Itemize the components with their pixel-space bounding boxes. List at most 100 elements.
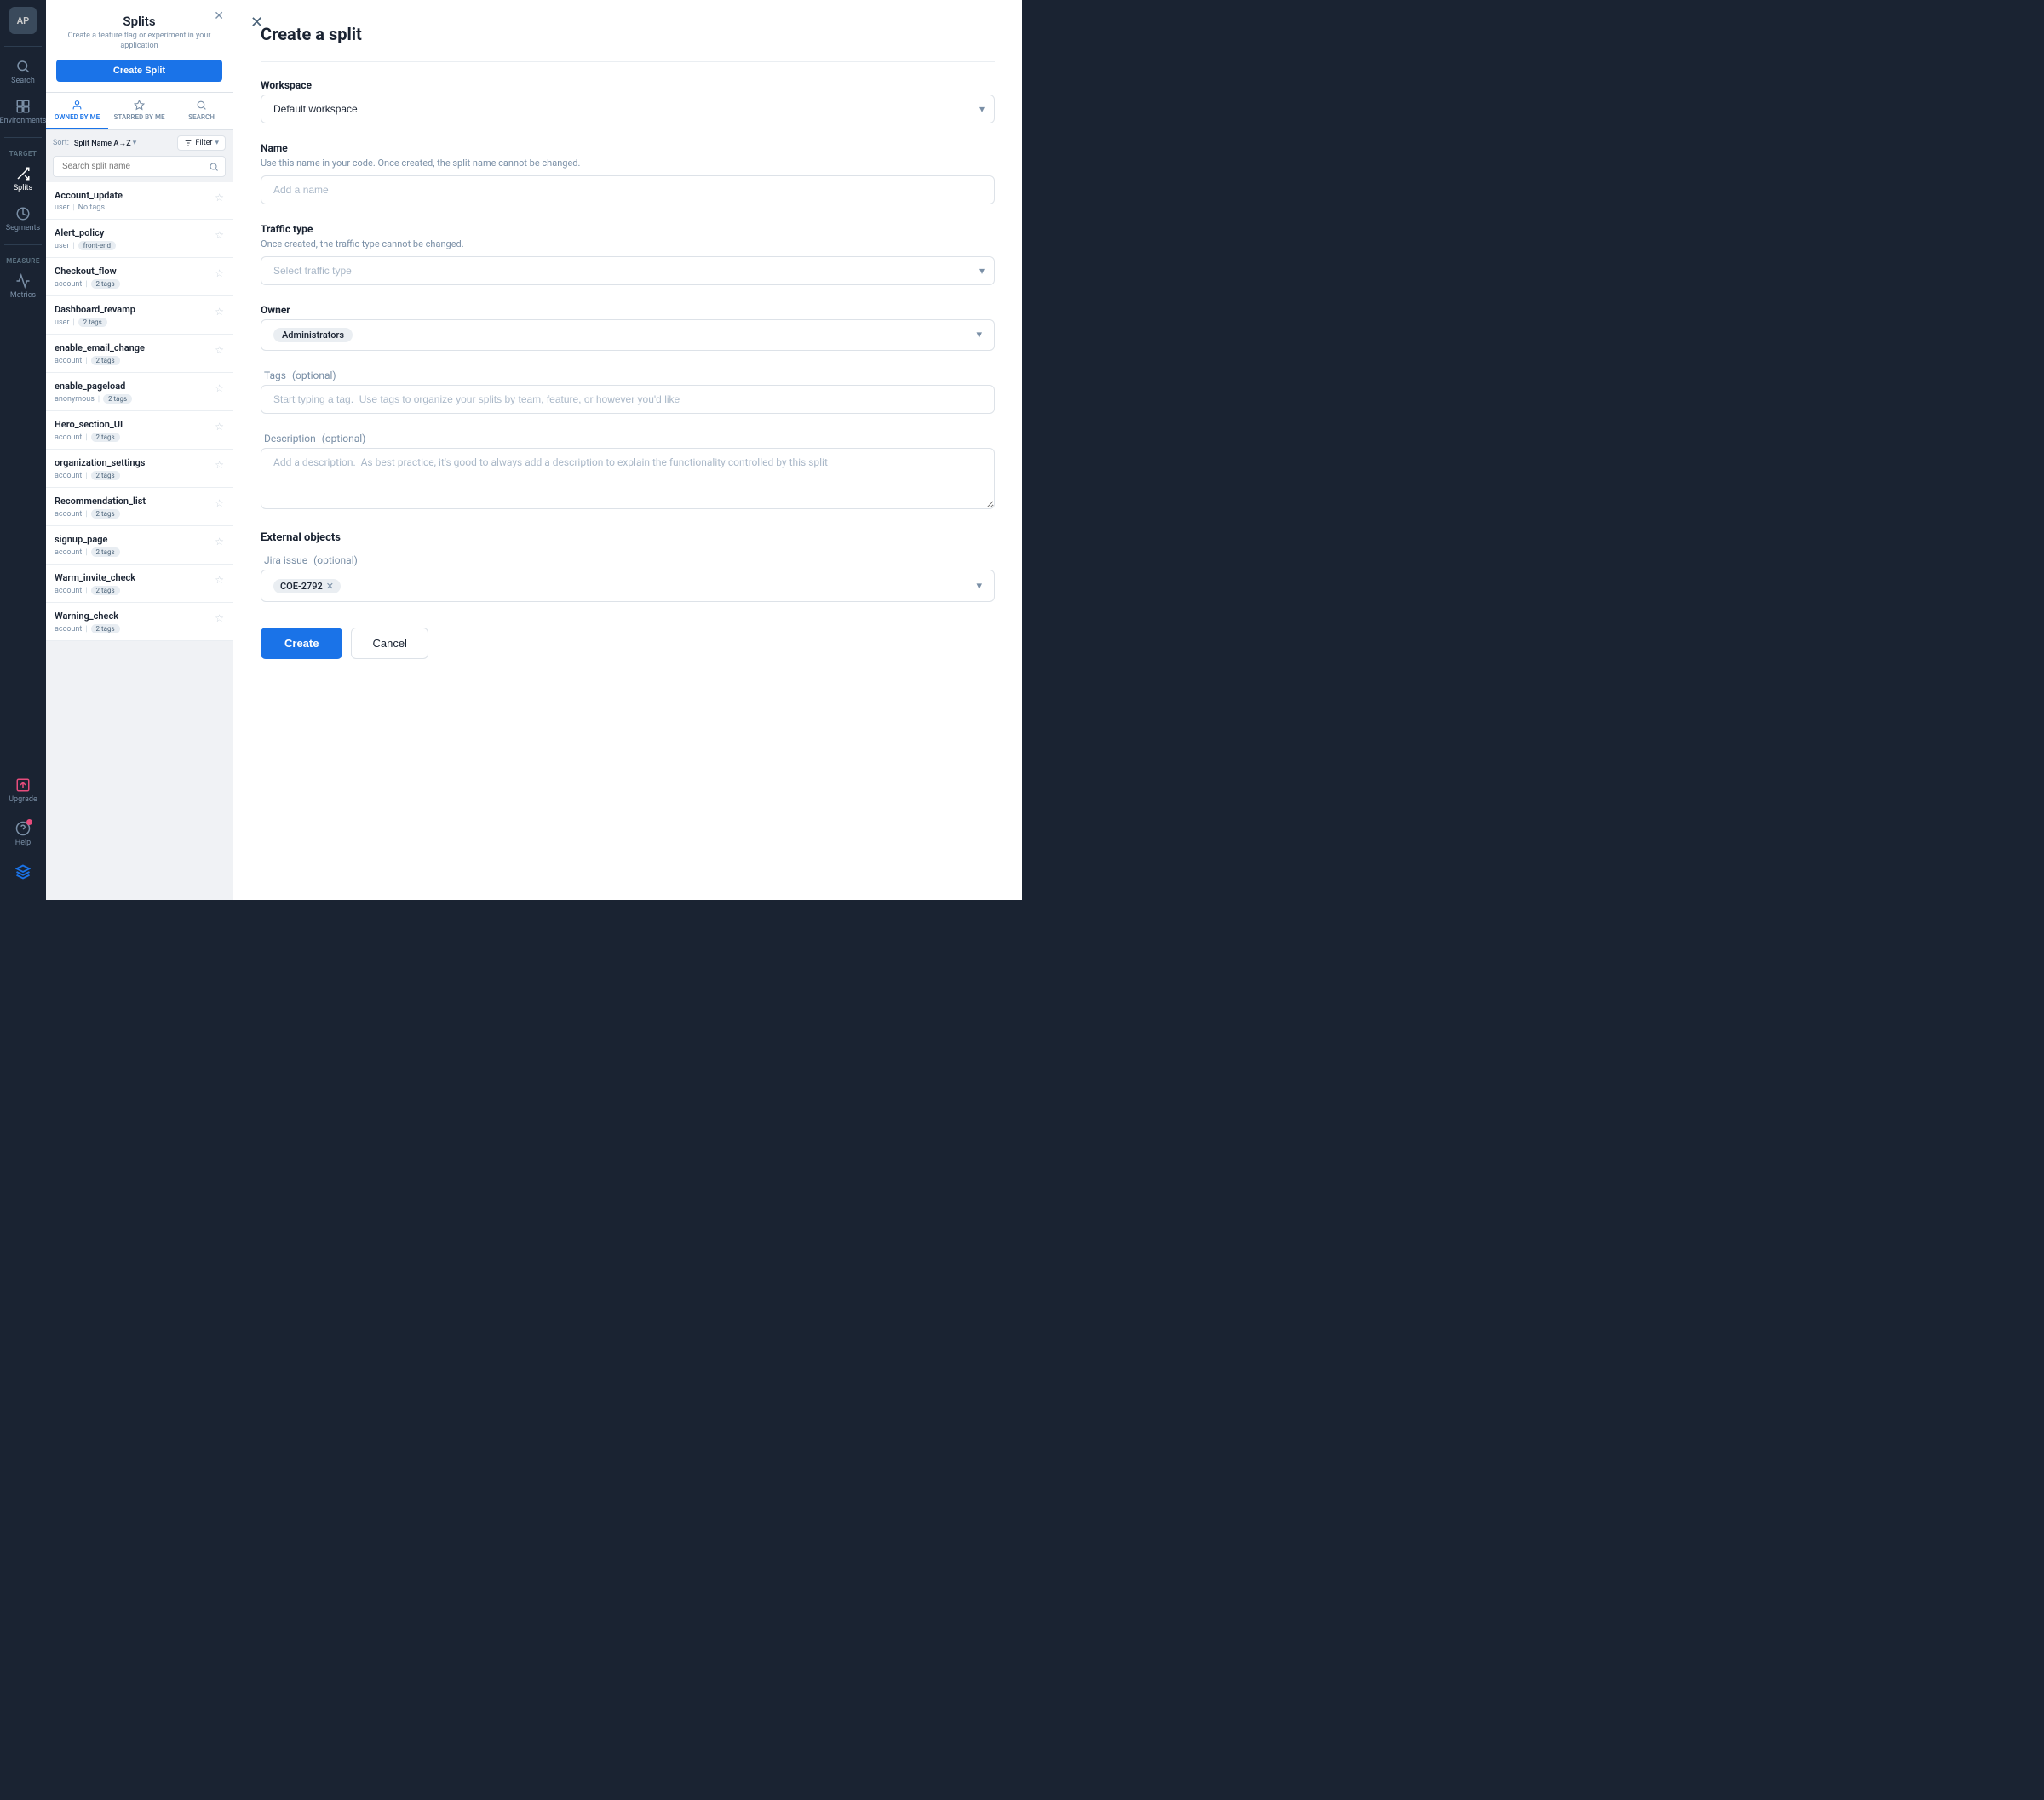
segments-icon [15,206,31,221]
star-button[interactable]: ☆ [215,421,224,433]
tab-search[interactable]: SEARCH [170,93,233,129]
owner-select[interactable]: Administrators ▾ [261,319,995,351]
form-section-external-objects: External objects Jira issue (optional) C… [261,531,995,602]
star-button[interactable]: ☆ [215,267,224,279]
star-button[interactable]: ☆ [215,192,224,204]
filter-button[interactable]: Filter ▾ [177,135,226,151]
splits-list: Account_update user | No tags ☆ Alert_po… [46,182,233,900]
modal-close-button[interactable]: ✕ [250,14,263,32]
name-hint: Use this name in your code. Once created… [261,158,995,169]
list-item[interactable]: Alert_policy user | front-end ☆ [46,220,233,258]
split-type: account [55,433,82,442]
jira-tag: COE-2792 ✕ [273,579,341,593]
split-item-meta: account | 2 tags [55,624,120,633]
meta-separator: | [72,318,74,327]
search-input[interactable] [53,156,226,177]
sidebar-item-label: Environments [0,117,46,125]
sidebar-item-label: Splits [14,184,32,192]
list-item[interactable]: enable_pageload anonymous | 2 tags ☆ [46,373,233,411]
tag-badge: 2 tags [103,394,132,404]
tab-owned-by-me[interactable]: OWNED BY ME [46,93,108,129]
split-item-name: Account_update [55,190,123,201]
tag-badge: 2 tags [91,586,120,595]
tab-starred-by-me[interactable]: STARRED BY ME [108,93,170,129]
list-item[interactable]: signup_page account | 2 tags ☆ [46,526,233,565]
sort-select[interactable]: Split Name A→Z ▾ [74,139,136,148]
meta-separator: | [98,395,100,404]
split-item-info: Warm_invite_check account | 2 tags [55,572,135,595]
create-button[interactable]: Create [261,628,342,659]
star-button[interactable]: ☆ [215,612,224,624]
star-button[interactable]: ☆ [215,344,224,356]
split-item-meta: account | 2 tags [55,356,145,365]
name-label: Name [261,142,995,154]
split-type: account [55,357,82,365]
split-item-meta: user | 2 tags [55,318,135,327]
split-item-info: organization_settings account | 2 tags [55,457,145,480]
workspace-select[interactable]: Default workspace [261,95,995,123]
split-item-name: Dashboard_revamp [55,304,135,315]
sidebar-item-search[interactable]: Search [0,52,46,92]
tag-badge: 2 tags [91,356,120,365]
star-button[interactable]: ☆ [215,459,224,471]
list-item[interactable]: Warning_check account | 2 tags ☆ [46,603,233,641]
notification-dot [26,819,32,825]
star-button[interactable]: ☆ [215,229,224,241]
star-icon [134,100,145,111]
list-item[interactable]: Warm_invite_check account | 2 tags ☆ [46,565,233,603]
star-button[interactable]: ☆ [215,382,224,394]
star-button[interactable]: ☆ [215,497,224,509]
form-section-owner: Owner Administrators ▾ [261,304,995,351]
jira-tag-remove-button[interactable]: ✕ [326,582,334,591]
description-textarea[interactable] [261,448,995,509]
jira-input[interactable]: COE-2792 ✕ ▾ [261,570,995,602]
list-item[interactable]: Account_update user | No tags ☆ [46,182,233,220]
list-item[interactable]: Recommendation_list account | 2 tags ☆ [46,488,233,526]
meta-separator: | [85,280,87,289]
star-button[interactable]: ☆ [215,536,224,547]
split-item-name: enable_pageload [55,381,132,392]
sidebar-item-segments[interactable]: Segments [0,199,46,239]
list-item[interactable]: Hero_section_UI account | 2 tags ☆ [46,411,233,450]
jira-tag-value: COE-2792 [280,581,323,592]
form-section-workspace: Workspace Default workspace ▾ [261,79,995,123]
split-item-meta: user | front-end [55,241,116,250]
tag-badge: 2 tags [91,279,120,289]
list-item[interactable]: Dashboard_revamp user | 2 tags ☆ [46,296,233,335]
search-box [53,156,226,177]
split-item-name: signup_page [55,534,120,545]
sidebar-item-splits[interactable]: Splits [0,159,46,199]
meta-separator: | [85,433,87,442]
traffic-type-select-wrapper: Select traffic type ▾ [261,256,995,285]
star-button[interactable]: ☆ [215,574,224,586]
sidebar-bottom: Upgrade Help [5,771,41,893]
tag-badge: 2 tags [91,471,120,480]
name-input[interactable] [261,175,995,204]
modal-title: Create a split [261,20,995,44]
create-split-button[interactable]: Create Split [56,60,222,82]
sidebar-item-upgrade[interactable]: Upgrade [5,771,41,811]
metrics-icon [15,273,31,289]
split-item-info: Warning_check account | 2 tags [55,611,120,633]
traffic-type-hint: Once created, the traffic type cannot be… [261,238,995,249]
list-item[interactable]: Checkout_flow account | 2 tags ☆ [46,258,233,296]
form-divider [261,61,995,62]
close-panel-button[interactable]: ✕ [214,9,224,23]
sidebar-item-environments[interactable]: Environments [0,92,46,132]
avatar[interactable]: AP [9,7,37,34]
split-type: account [55,472,82,480]
cancel-button[interactable]: Cancel [351,628,428,659]
tags-input[interactable] [261,385,995,414]
star-button[interactable]: ☆ [215,306,224,318]
split-item-meta: user | No tags [55,204,123,212]
traffic-type-select[interactable]: Select traffic type [261,256,995,285]
split-item-name: Warning_check [55,611,120,622]
upgrade-icon [15,777,31,793]
tab-label: OWNED BY ME [55,113,100,121]
list-item[interactable]: enable_email_change account | 2 tags ☆ [46,335,233,373]
meta-separator: | [85,587,87,595]
list-item[interactable]: organization_settings account | 2 tags ☆ [46,450,233,488]
sidebar-item-label: Upgrade [9,795,37,804]
sidebar-item-help[interactable]: Help [5,814,41,854]
sidebar-item-metrics[interactable]: Metrics [0,267,46,307]
